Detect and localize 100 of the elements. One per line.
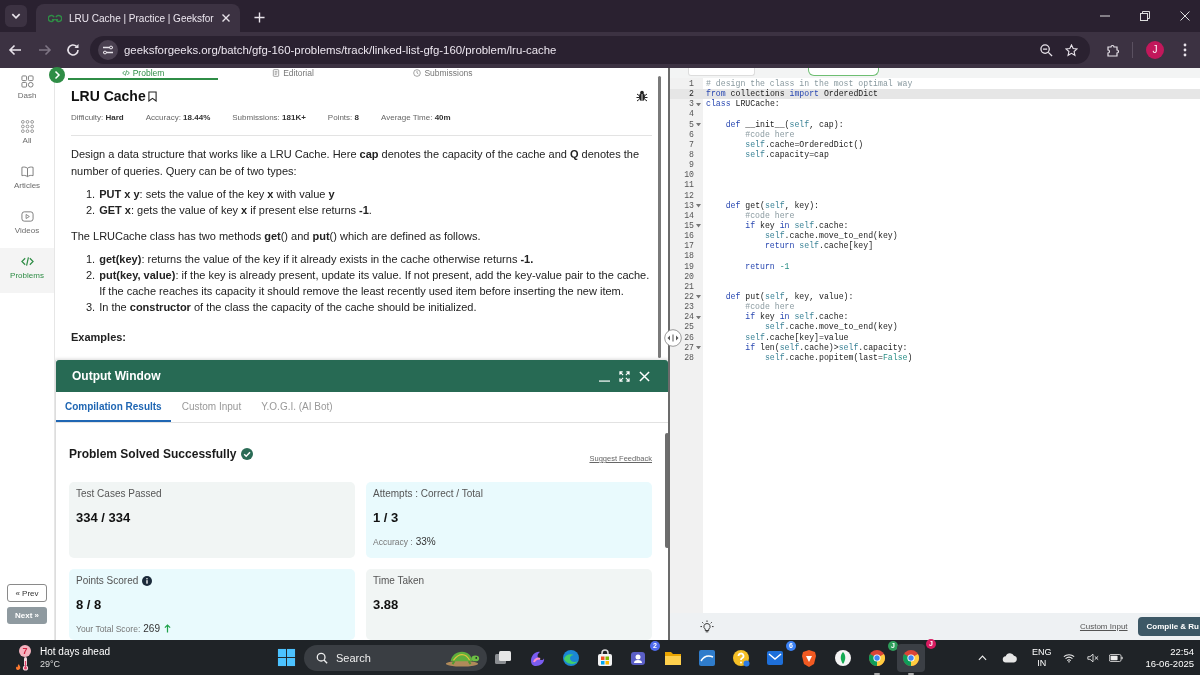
section-heading: Examples: [71,330,128,345]
back-arrow-icon[interactable] [8,43,22,57]
bug-icon[interactable] [636,90,648,102]
code-line: def get(self, key): [724,200,820,211]
language-indicator[interactable]: ENG [1031,646,1052,658]
dashboard-icon [20,75,34,88]
sidebar-item[interactable]: Articles [0,158,54,203]
plus-icon[interactable] [253,12,265,23]
expand-icon[interactable] [619,370,630,382]
line-number: 2 [689,89,694,100]
code-line: self.capacity=cap [744,150,829,161]
line-number: 9 [689,160,694,171]
notification-badge: 7 [19,644,31,657]
list-number: 1. [86,187,96,202]
weather-headline[interactable]: Hot days ahead [40,645,111,658]
line-number: 4 [689,109,694,120]
wave-tile-icon[interactable] [697,647,717,668]
scrollbar-thumb[interactable] [665,433,668,548]
muted-speaker-icon[interactable] [1087,652,1100,663]
weather-temperature[interactable]: 29°C [40,657,111,670]
segmented-circle-icon[interactable] [867,647,887,668]
card-value: 334 / 334 [76,509,132,527]
scrollbar-thumb[interactable] [658,76,661,358]
wifi-icon[interactable] [1063,652,1076,663]
fold-caret-icon[interactable] [696,295,701,299]
leaf-circle-icon[interactable] [833,647,853,668]
output-tab[interactable]: Compilation Results [56,392,171,422]
card-label: Time Taken [373,574,425,588]
sidebar-item[interactable]: All [0,113,54,158]
code-line: self.cache.move_to_end(key) [763,231,898,241]
problem-tab[interactable]: Submissions [368,68,518,80]
fold-caret-icon[interactable] [696,345,701,350]
fold-caret-icon[interactable] [696,224,701,228]
code-line: #code here [744,129,795,140]
line-number: 10 [684,170,694,181]
line-number: 7 [689,139,694,150]
thermometer-icon[interactable] [15,656,31,671]
line-number: 17 [684,241,694,252]
problem-title: LRU Cache [71,88,146,104]
clock-date[interactable]: 16-06-2025 [1145,657,1194,670]
address-bar[interactable]: geeksforgeeks.org/batch/gfg-160-problems/track/linked-list-gfg-160/problem/lru-cache [90,36,1090,64]
list-number: 2. [86,203,96,218]
chevron-up-icon[interactable] [977,654,987,661]
battery-icon[interactable] [1109,653,1124,662]
compile-run-button[interactable]: Compile & Ru [1137,617,1200,636]
wave-circle-icon[interactable] [561,647,581,668]
browser-tab[interactable]: LRU Cache | Practice | Geeksfor [36,4,240,32]
line-number: 12 [684,190,694,201]
code-line: self.cache[key]=value [744,332,849,343]
fold-caret-icon[interactable] [696,204,701,208]
kebab-menu-icon[interactable] [1183,43,1187,57]
fold-caret-icon[interactable] [696,315,701,320]
question-circle-icon[interactable] [731,647,751,668]
fold-caret-icon[interactable] [696,122,701,127]
reload-icon[interactable] [66,43,80,57]
line-number: 24 [684,312,694,323]
list-item-text: In the constructor of the class the capacity of the cache should be initialized. [99,300,477,315]
fold-caret-icon[interactable] [696,102,701,107]
four-squares-icon[interactable] [277,648,296,667]
list-number: 2. [86,268,96,283]
close-icon[interactable] [220,13,231,23]
card-note: Your Total Score: 269 [76,622,160,636]
code-line: def __init__(self, cap): [724,119,844,130]
line-number: 8 [689,150,694,161]
prev-button[interactable]: « Prev [7,584,47,602]
profile-avatar-button[interactable]: J [1146,41,1164,59]
meta-item: Difficulty: Hard [71,112,124,124]
cloud-icon[interactable] [1001,652,1018,663]
chevron-down-icon[interactable] [5,5,27,27]
search-box[interactable]: Search [304,644,487,671]
clock-icon [413,69,422,77]
list-item-text: get(key): returns the value of the key if it already exists in the cache otherwise returns -1. [99,252,534,267]
sidebar-item[interactable]: Dash [0,68,54,113]
bag-icon[interactable] [595,647,615,668]
region-indicator[interactable]: IN [1037,657,1047,669]
zoom-out-icon[interactable] [1040,43,1053,57]
puzzle-icon[interactable] [1106,43,1120,57]
close-icon[interactable] [1180,11,1190,21]
problem-tab[interactable]: Problem [68,68,218,80]
clock-time[interactable]: 22:54 [1170,645,1194,658]
star-icon[interactable] [1065,43,1078,57]
sidebar-item[interactable]: Videos [0,203,54,248]
lightbulb-icon[interactable] [700,619,714,634]
card-value: 3.88 [373,596,400,614]
sidebar-item[interactable]: Problems [0,248,54,293]
code-line: #code here [744,302,795,312]
chevron-right-icon[interactable] [49,67,65,83]
split-handle-icon[interactable] [664,329,682,347]
problem-tab[interactable]: Editorial [218,68,368,80]
shield-icon[interactable] [799,647,819,668]
line-number: 5 [689,119,694,130]
bookmark-icon[interactable] [147,90,157,102]
custom-input-link[interactable]: Custom Input [1079,622,1128,631]
restore-icon[interactable] [1140,11,1150,21]
line-number: 18 [684,251,694,262]
tune-icon[interactable] [98,40,118,60]
code-line: return self.cache[key] [763,241,874,252]
meta-item: Points: 8 [327,112,359,124]
info-icon[interactable] [142,576,153,586]
meta-item: Submissions: 181K+ [232,112,306,124]
